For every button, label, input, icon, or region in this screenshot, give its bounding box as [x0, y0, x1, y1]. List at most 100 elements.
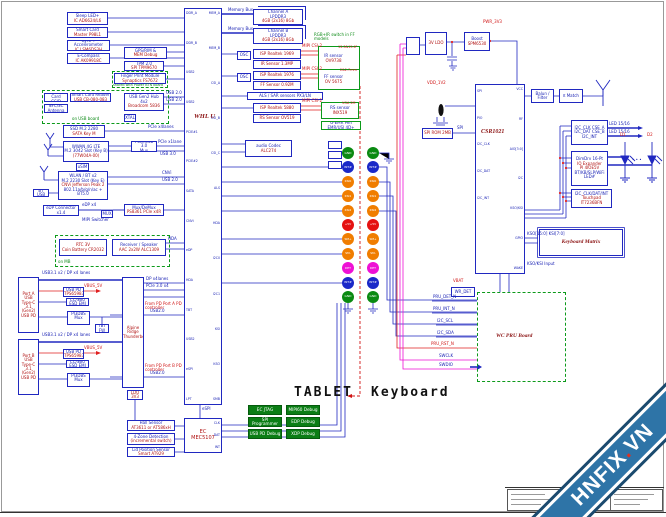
- pd-note-label: From PD Port B PD controller: [145, 364, 183, 372]
- title-block-cell: [611, 490, 662, 510]
- mini-connector-box: [328, 141, 342, 149]
- power-net-label: VDD_1V2: [427, 81, 446, 85]
- net-label: HDA: [168, 237, 177, 241]
- crystal-icon: [438, 104, 443, 116]
- block-emr-pen: G-EMR Pen EMR/USI 4D+: [321, 121, 361, 130]
- keyboard-side-label: Keyboard: [371, 385, 450, 400]
- block-mux-a: PI3DBS Mux: [67, 311, 90, 325]
- block-rs-sensor3: RS Sensor OV519: [253, 114, 301, 123]
- block-usbpd-a: USB PDTPS65983: [63, 287, 84, 297]
- group-caption: on MB: [58, 260, 70, 264]
- schematic-sheet: WC PRU Board Sleep LED+IC AD6624/L6 Smar…: [0, 0, 666, 517]
- block-alpine-ridge: Alpine RidgeThunderbolt: [122, 277, 144, 388]
- connector-pin: INT#: [367, 277, 379, 289]
- block-sim: uSIM: [76, 163, 89, 171]
- block-nfc-antenna: NFC/SCAntenna: [44, 104, 68, 113]
- group-caption: shared with Power BTN board: [113, 84, 167, 88]
- block-osc1: OSC: [237, 51, 251, 60]
- net-label: PCIe x4lanes: [148, 125, 174, 129]
- keyboard-matrix-label: Keyboard Matrix: [540, 239, 622, 245]
- net-label: KSO[15:0] KSI[7:0]: [527, 232, 565, 236]
- mipi-label: MIPI CSI-2: [302, 67, 322, 71]
- connector-pin: KSI0: [367, 176, 379, 188]
- block-emi-b: CC/SBU ESD EMI: [66, 360, 89, 368]
- net-label: USB 2.0: [166, 91, 182, 95]
- connector-pins-tablet: GNDINT#KSI0KSI1KSI2+5VSM+SM-DETINT#GND: [342, 147, 354, 303]
- block-rtc: RTC 3VCoin Battery CR2032: [59, 239, 107, 256]
- pru-net-label: I2C_SDA: [437, 331, 454, 335]
- csr-pins-right: VCCRFAIO[3:0]I2CKSO/KSIGPIOWAKE: [502, 88, 523, 270]
- net-label: eSPI: [202, 407, 211, 411]
- block-smartcard-ccid: Smart CardCCID: [44, 93, 68, 102]
- illegible-text-line: [511, 494, 545, 495]
- connector-pin: GND: [342, 147, 354, 159]
- bus-label: USB3.1 x2 / DP x4 lanes: [42, 271, 90, 275]
- mini-connector-box: [328, 151, 342, 159]
- power-net-label: VBAT: [453, 279, 463, 283]
- connector-pin: SM-: [367, 248, 379, 260]
- block-emi-a: CC/SBU ESD EMI: [66, 298, 89, 306]
- net-label: SPI: [457, 126, 463, 130]
- block-isp3: ISP Realtek 5880: [253, 103, 301, 113]
- block-speaker: Receiver / SpeakerAAC 2x2W ALC1309: [112, 239, 166, 256]
- block-wwan: WWAN 4G LTEM.2 3042 Slot (Key B)(77W04A-…: [63, 141, 109, 162]
- net-label: eDP x4: [82, 203, 96, 207]
- illegible-text-line: [511, 499, 551, 500]
- pru-net-label: PRU_DET_N: [433, 295, 456, 299]
- block-tbt-fw: TBT FW: [95, 324, 109, 333]
- wc-pru-board-label: WC PRU Board: [496, 333, 532, 339]
- block-gyro-accel: Gyro + AccelerometerIC LSM6DS3H: [67, 40, 110, 51]
- legend-ec-jtag: EC JTAG: [248, 405, 282, 415]
- block-ldo-ec: LDO 3V3: [127, 390, 143, 400]
- mini-connector-box: [328, 161, 342, 169]
- power-net-label: VBUS_5V: [84, 284, 102, 288]
- block-isp1: ISP Realtek 1969: [253, 49, 301, 59]
- illegible-text-line: [614, 499, 648, 500]
- block-ff-sensor2: FF Sensor 0.92M: [253, 81, 301, 90]
- block-bt-usb: BT USB: [33, 189, 49, 197]
- block-usbpd-b: USB PDTPS65983: [63, 349, 84, 359]
- block-audio-codec: audio CodecALC274: [245, 140, 292, 157]
- connector-pin: INT#: [342, 161, 354, 173]
- block-usb-hub: USB Gen2 Hub4x2Broadcom 5836: [124, 93, 164, 111]
- block-memory-channel-b: Channel BLPDDR34GB (2x16) 8Gb: [253, 28, 303, 44]
- block-edp-connector: eDP Connectorx1.4: [43, 205, 79, 216]
- block-memory-channel-a: Channel ALPDDR34GB (2x16) 8Gb: [253, 9, 303, 25]
- block-diode: [406, 37, 420, 55]
- block-smartcard-button: Smart CardMaster P98L1: [67, 27, 108, 38]
- connector-pin: DET: [342, 262, 354, 274]
- net-label: USB 3.0: [160, 152, 176, 156]
- block-isp2: ISP Realtek 1976: [253, 71, 301, 80]
- block-led-controller: I2C_CLK CSE_AI2C_DAT CSE_BI2C_INT: [571, 120, 608, 145]
- connector-pins-keyboard: GNDINT#KSI0KSI1KSI2+5VSM+SM-DETINT#GND: [367, 147, 379, 303]
- block-zone-detection: 4-Zone Detection(incremental switch): [127, 433, 175, 445]
- led-refdes: D1: [620, 133, 626, 137]
- block-port-a: Port AUSB Type-C3.1 (Gen2)USB PD: [18, 277, 39, 333]
- block-smartcard-reader: Smart Card ReaderUSB CB-080-083: [70, 93, 111, 102]
- block-spi-rom: SPI ROM 2MB: [422, 128, 453, 139]
- block-ssd: SSD M.2 2280SATA Key M: [63, 125, 105, 138]
- camera-size-label: 13.3&15.6": [338, 46, 357, 50]
- net-label: USB 2.0: [162, 178, 178, 182]
- block-dp-mux: Mux/DeMuxPS8361 PCIe x4R: [124, 204, 164, 216]
- camera-size-label: VGA 2M: [342, 102, 355, 106]
- net-label: DP x4lanes: [146, 277, 168, 281]
- block-antenna-match: π Match: [559, 89, 583, 103]
- illegible-text-line: [614, 504, 640, 505]
- legend-spi-programmer: SPI Programmer: [248, 417, 282, 427]
- block-usb-crystal: XTAL: [124, 114, 136, 122]
- net-label: LED 15/16: [609, 122, 630, 126]
- legend-mipi60-debug: MIPI60 Debug: [286, 405, 320, 415]
- block-gps-debug: GPS/RIM &MEM Debug: [124, 47, 167, 59]
- mipi-label: MIPI CSI-2: [302, 99, 322, 103]
- csr-pins-left: SPIPIOI2C_CLKI2C_DATI2C_INT: [477, 90, 490, 200]
- ellipsis-dots: • • •: [632, 158, 642, 162]
- net-label: Memory Bus: [228, 8, 253, 12]
- block-touchpad: I2C_CLK/DAT/INTTouchpadIT7236BFN: [571, 189, 612, 208]
- block-ecompass: E-CompassIC AK09918C: [67, 53, 110, 64]
- pru-net-label: PRU_RST_N: [431, 342, 454, 346]
- pru-net-label: PRU_INT_N: [433, 307, 455, 311]
- net-label: PCIe 3.0 x4: [146, 284, 169, 288]
- block-io-expander: DimDrv 16-PtIO ExpanderPI 4IOE5VBT/KB/SL…: [571, 151, 608, 186]
- connector-pin: DET: [367, 262, 379, 274]
